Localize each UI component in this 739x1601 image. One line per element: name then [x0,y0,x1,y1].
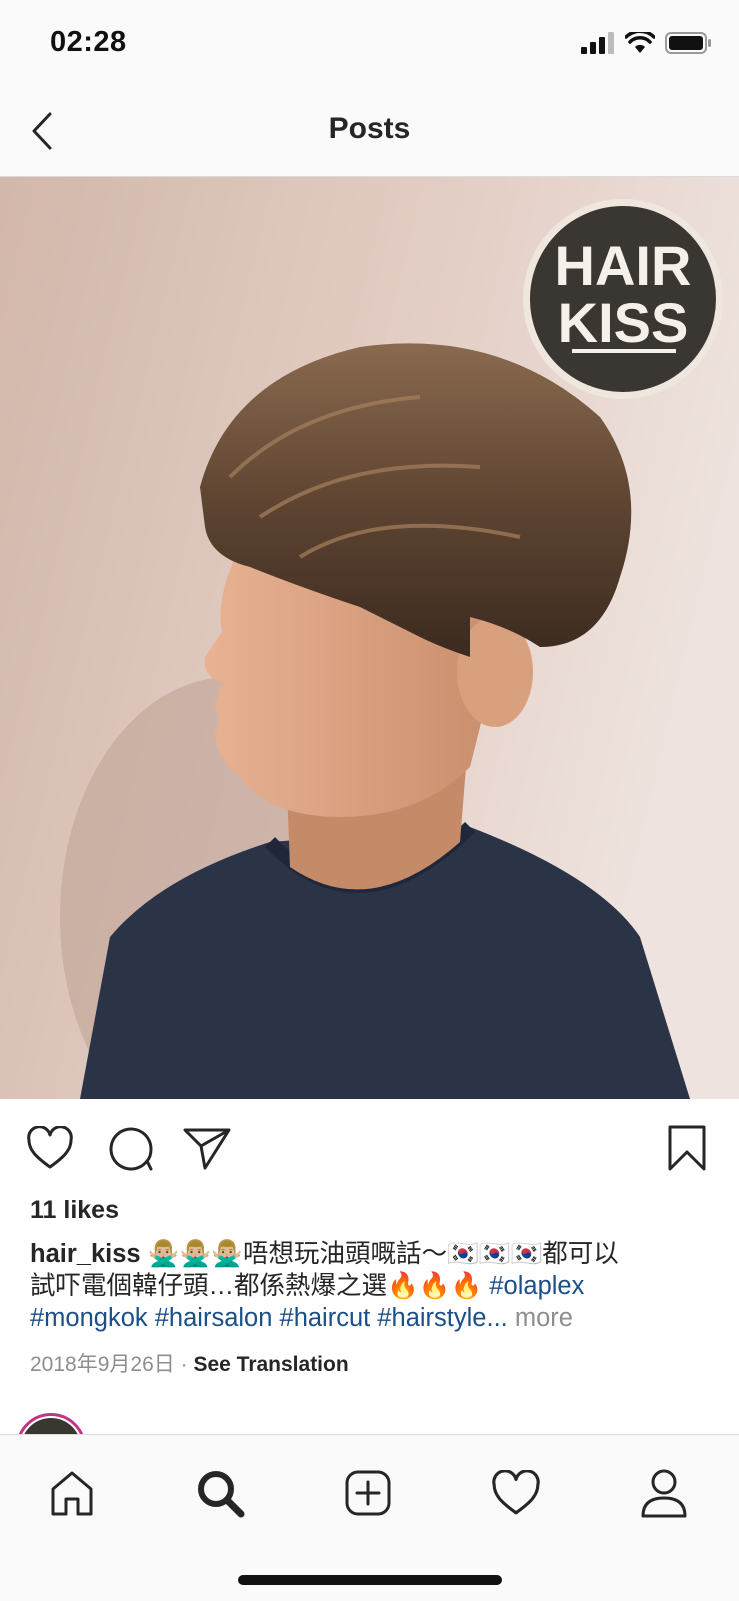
status-time: 02:28 [50,26,127,58]
post-date: 2018年9月26日 [30,1353,175,1376]
hashtag-link[interactable]: #olaplex [489,1272,584,1300]
logo-text-kiss: KISS [558,291,689,354]
signal-icon [581,32,614,54]
tab-new-post[interactable] [338,1463,398,1523]
nav-bar: Posts [0,88,739,177]
hashtag-link[interactable]: #haircut [280,1304,371,1332]
post-photo[interactable]: HAIR KISS [0,177,739,1099]
caption-text-line1: 🙅🏼‍♂️🙅🏼‍♂️🙅🏼‍♂️唔想玩油頭嘅話～🇰🇷🇰🇷🇰🇷都可以 [147,1240,619,1268]
hashtag-link[interactable]: #hairstyle... [377,1304,507,1332]
activity-heart-icon [492,1470,540,1515]
status-icons [581,32,711,54]
home-icon [51,1471,93,1516]
status-bar: 02:28 [0,0,739,88]
hashtag-link[interactable]: #hairsalon [155,1304,273,1332]
comment-button[interactable] [103,1122,157,1174]
heart-icon [27,1126,73,1169]
like-button[interactable] [23,1122,77,1174]
post-action-bar [0,1100,739,1195]
add-post-icon [345,1470,391,1516]
wifi-icon [625,32,655,53]
save-button[interactable] [660,1122,714,1174]
tab-search[interactable] [190,1463,250,1523]
tab-home[interactable] [42,1463,102,1523]
comment-icon [109,1127,153,1171]
bookmark-icon [668,1125,706,1171]
portrait-image: HAIR KISS [0,177,739,1099]
search-icon [198,1471,245,1518]
hashtag-link[interactable]: #mongkok [30,1304,148,1332]
meta-separator: · [180,1353,188,1376]
tab-profile[interactable] [634,1463,694,1523]
logo-text-hair: HAIR [555,234,692,297]
paper-plane-icon [183,1128,231,1170]
see-translation-link[interactable]: See Translation [193,1353,348,1376]
post-meta: 2018年9月26日 · See Translation [30,1348,349,1378]
battery-icon [665,32,711,54]
share-button[interactable] [180,1122,234,1174]
tab-activity[interactable] [486,1463,546,1523]
home-indicator[interactable] [238,1575,502,1585]
post-caption: hair_kiss 🙅🏼‍♂️🙅🏼‍♂️🙅🏼‍♂️唔想玩油頭嘅話～🇰🇷🇰🇷🇰🇷都… [30,1238,720,1334]
caption-username[interactable]: hair_kiss [30,1240,141,1268]
more-link[interactable]: more [515,1304,573,1332]
profile-icon [641,1469,687,1518]
bottom-tab-bar [0,1434,739,1601]
likes-count[interactable]: 11 likes [30,1196,119,1225]
page-title: Posts [328,112,411,145]
caption-text-line2: 試吓電個韓仔頭…都係熱爆之選🔥🔥🔥 [30,1272,483,1300]
